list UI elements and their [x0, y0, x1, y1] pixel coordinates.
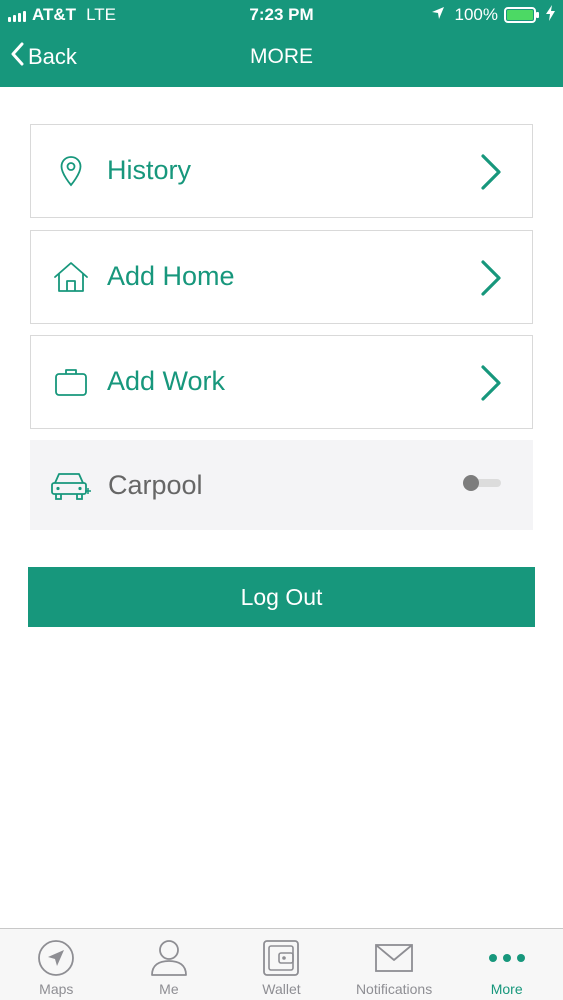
battery-percent: 100%: [454, 5, 498, 24]
chevron-right-icon: [480, 364, 502, 407]
tab-label: More: [490, 981, 523, 997]
tab-bar: Maps Me Wallet Notifications More: [0, 928, 563, 1000]
menu-item-label: Add Home: [107, 261, 235, 291]
back-button[interactable]: Back: [10, 42, 77, 72]
map-pin-icon: [51, 153, 91, 189]
menu-item-add-work[interactable]: Add Work: [30, 335, 533, 429]
tab-maps[interactable]: Maps: [0, 929, 113, 1000]
menu-item-label: Add Work: [107, 366, 226, 396]
chevron-right-icon: [480, 153, 502, 196]
tab-label: Me: [159, 981, 179, 997]
wallet-icon: [225, 939, 338, 977]
charging-bolt-icon: [546, 4, 555, 26]
more-dots-icon: [450, 939, 563, 977]
menu-item-add-home[interactable]: Add Home: [30, 230, 533, 324]
house-icon: [51, 259, 91, 295]
chevron-left-icon: [10, 42, 28, 72]
envelope-icon: [338, 939, 451, 977]
person-icon: [113, 939, 226, 977]
tab-label: Maps: [39, 981, 74, 997]
car-plus-icon: [48, 467, 94, 503]
carpool-toggle[interactable]: [463, 475, 503, 491]
tab-label: Notifications: [355, 981, 433, 997]
back-label: Back: [28, 44, 77, 69]
chevron-right-icon: [480, 259, 502, 302]
carpool-row: Carpool: [30, 440, 533, 530]
page-title: MORE: [250, 45, 313, 68]
tab-label: Wallet: [262, 981, 301, 997]
battery-icon: [504, 7, 539, 23]
menu-item-label: History: [107, 155, 192, 185]
carpool-label: Carpool: [108, 470, 203, 500]
tab-more[interactable]: More: [450, 929, 563, 1000]
tab-notifications[interactable]: Notifications: [338, 929, 451, 1000]
nav-bar: Back MORE: [0, 30, 563, 87]
location-arrow-icon: [431, 5, 445, 25]
status-bar: AT&T LTE 7:23 PM 100%: [0, 0, 563, 30]
menu-item-history[interactable]: History: [30, 124, 533, 218]
status-right: 100%: [431, 4, 555, 26]
logout-button[interactable]: Log Out: [28, 567, 535, 627]
briefcase-icon: [51, 364, 91, 400]
tab-wallet[interactable]: Wallet: [225, 929, 338, 1000]
compass-arrow-icon: [0, 939, 113, 977]
tab-me[interactable]: Me: [113, 929, 226, 1000]
